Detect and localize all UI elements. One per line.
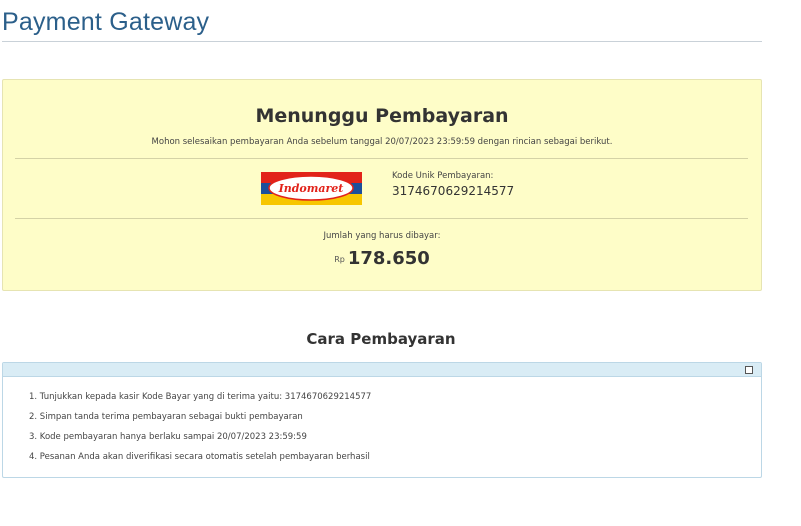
- title-divider: [2, 41, 762, 42]
- instruction-step: 2. Simpan tanda terima pembayaran sebaga…: [29, 412, 303, 422]
- payment-waiting-box: Menunggu Pembayaran Mohon selesaikan pem…: [2, 79, 762, 291]
- instruction-step: 1. Tunjukkan kepada kasir Kode Bayar yan…: [29, 392, 372, 402]
- instructions-list: 1. Tunjukkan kepada kasir Kode Bayar yan…: [29, 392, 371, 472]
- amount-label: Jumlah yang harus dibayar:: [323, 231, 441, 241]
- panel-header: [3, 363, 761, 377]
- collapse-icon[interactable]: [745, 366, 753, 374]
- logo-text: Indomaret: [278, 182, 344, 195]
- indomaret-logo: Indomaret: [261, 172, 362, 205]
- waiting-subtitle: Mohon selesaikan pembayaran Anda sebelum…: [151, 137, 613, 147]
- amount-row: Rp 178.650: [3, 248, 761, 269]
- divider: [15, 218, 748, 219]
- currency-label: Rp: [334, 255, 345, 264]
- instructions-title: Cara Pembayaran: [306, 330, 456, 348]
- divider: [15, 158, 748, 159]
- payment-code-label: Kode Unik Pembayaran:: [392, 171, 494, 181]
- amount-value: 178.650: [347, 248, 430, 269]
- instructions-panel: 1. Tunjukkan kepada kasir Kode Bayar yan…: [2, 362, 762, 478]
- payment-code-value: 3174670629214577: [392, 184, 515, 198]
- page-title: Payment Gateway: [2, 8, 210, 36]
- instruction-step: 4. Pesanan Anda akan diverifikasi secara…: [29, 452, 370, 462]
- waiting-title: Menunggu Pembayaran: [255, 105, 509, 127]
- instruction-step: 3. Kode pembayaran hanya berlaku sampai …: [29, 432, 307, 442]
